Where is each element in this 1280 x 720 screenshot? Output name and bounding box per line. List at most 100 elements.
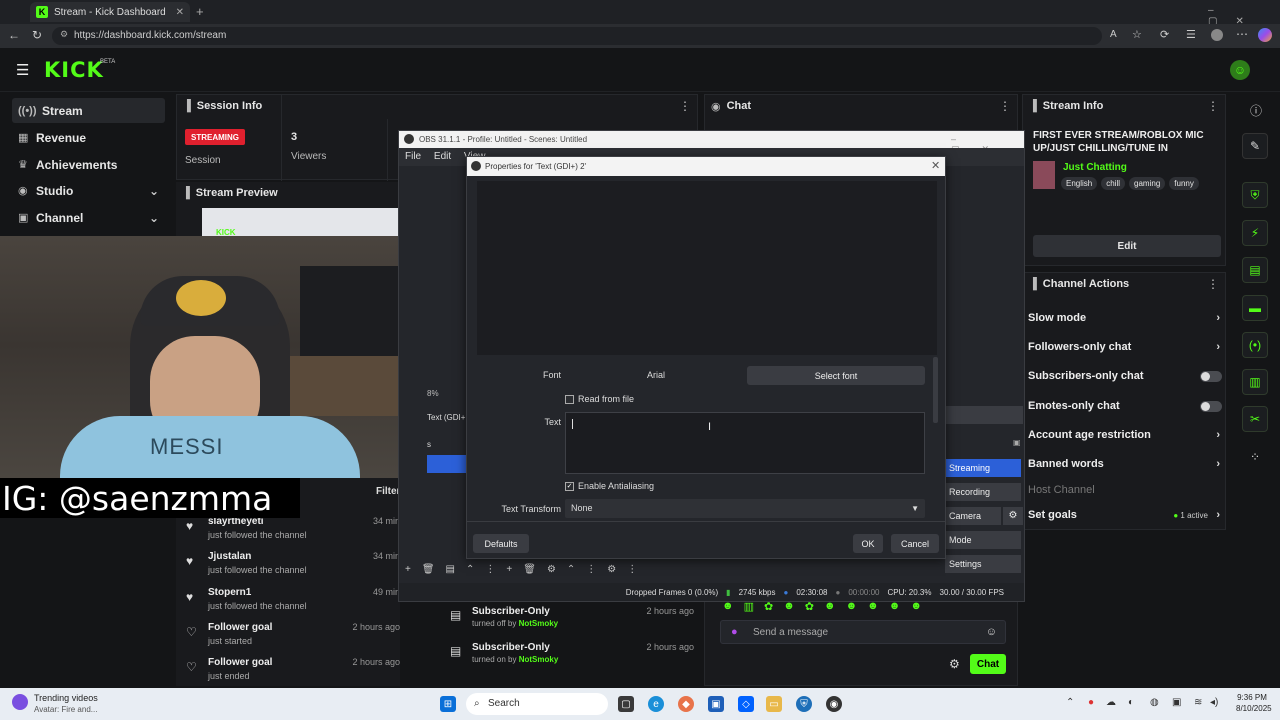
obs-menu-edit[interactable]: Edit [434,151,451,162]
more-options-icon[interactable]: ⋮ [999,99,1011,113]
channel-action-followers-only[interactable]: Followers-only chat › [1028,334,1224,360]
filter-icon[interactable]: ▤ [446,564,455,575]
obs-recording-button[interactable]: Recording [945,483,1021,501]
emote-icon[interactable]: ☻ [846,600,858,614]
text-input-area[interactable]: I [565,412,925,474]
sidebar-item-channel[interactable]: ▣ Channel ⌄ [12,205,165,230]
up-icon[interactable]: ⌃ [466,564,474,575]
gear-icon[interactable]: ⚙ [547,564,556,575]
channel-action-host-channel[interactable]: Host Channel [1028,477,1224,503]
tag[interactable]: English [1061,177,1098,190]
kick-logo[interactable]: KICK [44,58,104,82]
info-icon[interactable]: ⓘ [1250,102,1262,119]
emote-icon[interactable]: ☻ [824,600,836,614]
activity-user[interactable]: Stopern1 [208,587,251,598]
more-options-icon[interactable]: ⋮ [1207,99,1219,113]
sidebar-item-achievements[interactable]: ♛ Achievements [12,152,165,177]
gear-icon[interactable]: ⚙ [607,564,616,575]
dropbox-icon[interactable]: ◇ [738,696,754,712]
chat-settings-gear-icon[interactable]: ⚙ [949,657,960,671]
add-icon[interactable]: + [405,564,411,575]
obs-virtual-camera-button[interactable]: Camera [945,507,1001,525]
moderation-icon[interactable]: ⛨ [1242,182,1268,208]
taskbar-clock[interactable]: 9:36 PM 8/10/2025 [1236,692,1272,714]
ok-button[interactable]: OK [853,534,883,553]
dialog-close-icon[interactable]: ✕ [931,159,940,172]
extensions-icon[interactable]: ⟳ [1160,28,1169,41]
back-icon[interactable]: ← [8,28,20,42]
trending-widget[interactable]: Trending videos Avatar: Fire and... [12,692,152,716]
taskbar-search[interactable]: ⌕ Search [466,693,608,715]
apps-icon[interactable]: ⁘ [1250,450,1260,464]
tray-overflow-icon[interactable]: ⌃ [1066,697,1074,708]
url-field[interactable]: https://dashboard.kick.com/stream [52,27,1102,45]
channel-action-set-goals[interactable]: Set goals ● 1 active › [1028,502,1224,528]
trash-icon[interactable]: 🗑 [523,564,536,575]
microphone-icon[interactable]: ● [731,626,738,638]
sidebar-item-stream[interactable]: ((•)) Stream [12,98,165,123]
obs-menu-file[interactable]: File [405,151,421,162]
tray-app3-icon[interactable]: ◍ [1150,697,1159,708]
antialiasing-checkbox[interactable]: ✓ Enable Antialiasing [565,481,654,492]
emote-icon[interactable]: ▥ [744,600,754,614]
subscribers-only-toggle[interactable] [1200,371,1222,382]
obs-selected-source[interactable] [427,455,467,473]
obs-studio-mode-button[interactable]: Mode [945,531,1021,549]
more-icon[interactable]: ⋮ [485,564,495,575]
pencil-icon[interactable]: ✎ [1242,133,1268,159]
tray-app4-icon[interactable]: ▣ [1172,697,1181,708]
document-icon[interactable]: ▤ [1242,257,1268,283]
more-options-icon[interactable]: ⋮ [679,99,691,113]
new-tab-icon[interactable]: + [196,4,204,19]
channel-action-account-age[interactable]: Account age restriction › [1028,422,1224,448]
tray-cloud-icon[interactable]: ☁ [1106,697,1116,708]
task-view-icon[interactable]: ▢ [618,696,634,712]
add-icon[interactable]: + [506,564,512,575]
more-options-icon[interactable]: ⋮ [1207,277,1219,291]
preview-thumbnail[interactable]: KICK [202,208,398,238]
user-avatar[interactable]: ☺ [1230,60,1250,80]
lightning-icon[interactable]: ⚡ [1242,220,1268,246]
read-from-file-checkbox[interactable]: Read from file [565,394,634,405]
chat-input[interactable]: ● Send a message ☺ [720,620,1006,644]
sidebar-item-studio[interactable]: ◉ Studio ⌄ [12,178,165,203]
edit-button[interactable]: Edit [1033,235,1221,257]
volume-icon[interactable]: ◂) [1210,697,1218,708]
hamburger-menu-icon[interactable]: ☰ [16,61,29,79]
copilot-app-icon[interactable]: ◆ [678,696,694,712]
up-icon[interactable]: ⌃ [567,564,575,575]
select-font-button[interactable]: Select font [747,366,925,385]
wrench-icon[interactable]: ✂ [1242,406,1268,432]
trash-icon[interactable]: 🗑 [422,564,435,575]
obs-camera-gear-icon[interactable]: ⚙ [1003,507,1023,525]
scrollbar[interactable] [933,357,938,423]
close-tab-icon[interactable]: ✕ [176,7,184,18]
emoji-icon[interactable]: ☺ [986,626,997,638]
sidebar-item-revenue[interactable]: ▦ Revenue [12,125,165,150]
more-icon[interactable]: ⋮ [627,564,637,575]
shield-app-icon[interactable]: ⛨ [796,696,812,712]
file-explorer-icon[interactable]: ▭ [766,696,782,712]
filter-button[interactable]: Filter [376,486,400,497]
emote-icon[interactable]: ☻ [910,600,922,614]
browser-tab[interactable]: K Stream - Kick Dashboard ✕ [30,2,190,22]
tray-app-icon[interactable]: ● [1088,697,1094,708]
favorite-star-icon[interactable]: ☆ [1132,28,1142,41]
copilot-icon[interactable] [1258,28,1272,42]
emote-icon[interactable]: ✿ [805,600,814,614]
site-info-icon[interactable]: ⚙ [60,29,68,40]
channel-action-banned-words[interactable]: Banned words › [1028,451,1224,477]
emote-icon[interactable]: ☻ [783,600,795,614]
windows-start-icon[interactable]: ⊞ [440,696,456,712]
obs-start-streaming-button[interactable]: Streaming [945,459,1021,477]
more-menu-icon[interactable]: ⋯ [1236,27,1248,41]
category-link[interactable]: Just Chatting [1063,162,1127,173]
emotes-only-toggle[interactable] [1200,401,1222,412]
text-transform-select[interactable]: None ▼ [565,499,925,518]
channel-action-slow-mode[interactable]: Slow mode › [1028,305,1224,331]
broadcast-icon[interactable]: (•) [1242,332,1268,358]
profile-avatar[interactable] [1211,29,1223,41]
obs-dock-icon[interactable]: ▣ [1013,438,1021,447]
activity-user[interactable]: Jjustalan [208,551,251,562]
store-icon[interactable]: ▣ [708,696,724,712]
